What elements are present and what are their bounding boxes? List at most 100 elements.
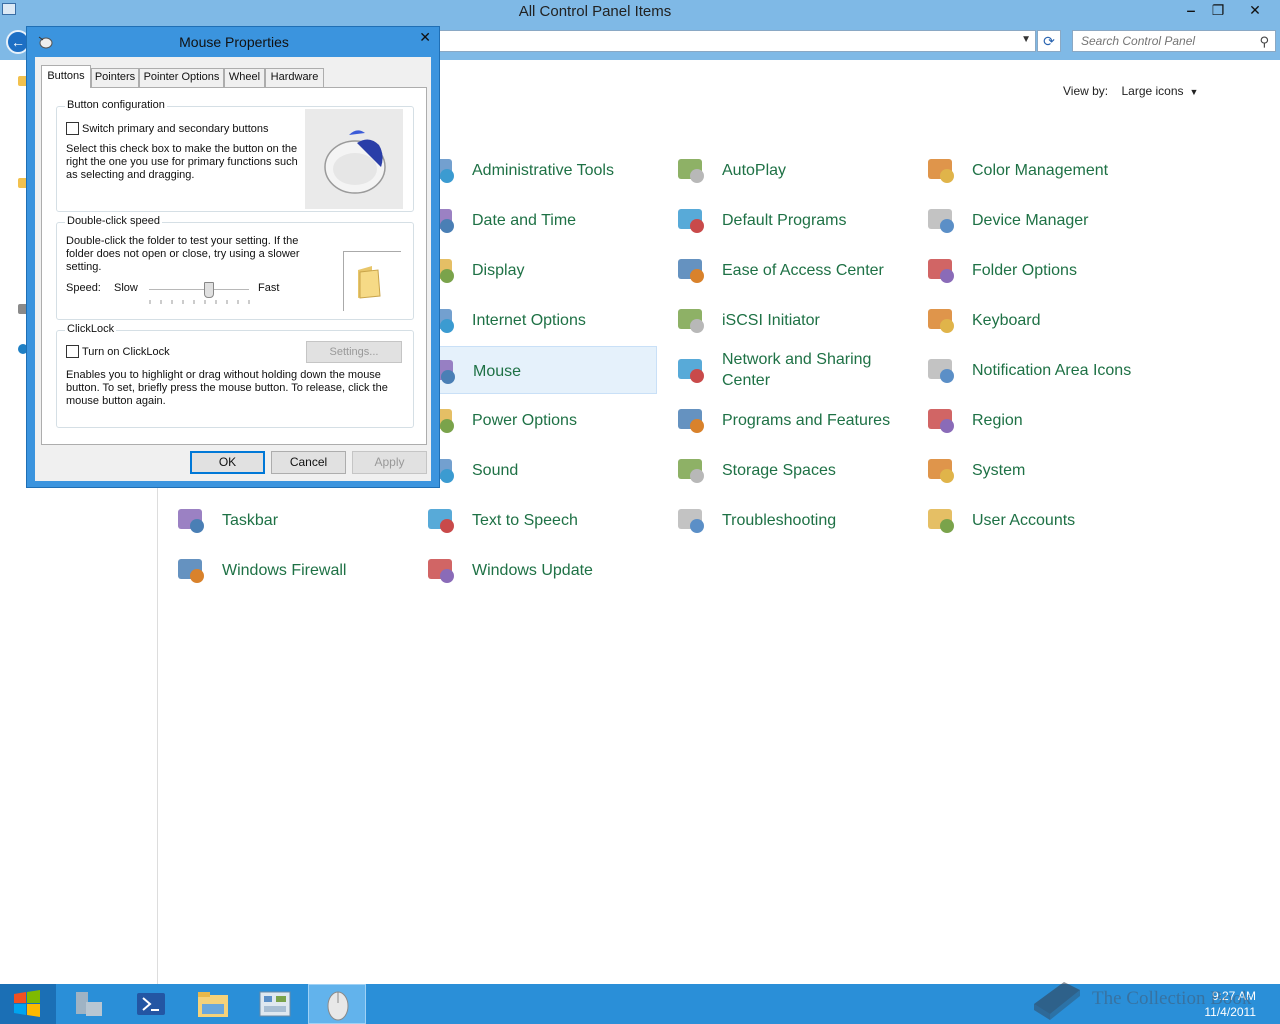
cp-item-label[interactable]: Internet Options [472,296,657,344]
cp-item-notification-area-icons[interactable]: Notification Area Icons [917,346,1157,394]
ease-of-access-icon[interactable] [675,254,707,286]
taskbar-mouse-properties[interactable] [308,984,366,1024]
cp-item-sound[interactable]: Sound [417,446,657,494]
ok-button[interactable]: OK [190,451,265,474]
dialog-close-button[interactable]: ✕ [419,29,431,46]
cp-item-text-to-speech[interactable]: Text to Speech [417,496,657,544]
view-by-dropdown[interactable]: Large icons ▼ [1121,84,1198,98]
cp-item-power-options[interactable]: Power Options [417,396,657,444]
system-icon[interactable] [925,454,957,486]
folder-options-icon[interactable] [925,254,957,286]
search-box[interactable]: ⚲ [1072,30,1276,52]
cp-item-label[interactable]: Troubleshooting [722,496,907,544]
cp-item-label[interactable]: Date and Time [472,196,657,244]
cp-item-label[interactable]: Ease of Access Center [722,246,907,294]
clicklock-settings-button[interactable]: Settings... [306,341,402,363]
cp-item-label[interactable]: Network and Sharing Center [722,346,907,394]
cp-item-ease-of-access-center[interactable]: Ease of Access Center [667,246,907,294]
cp-item-display[interactable]: Display [417,246,657,294]
speech-icon[interactable] [425,504,457,536]
cp-item-mouse[interactable]: Mouse [417,346,657,394]
cp-item-label[interactable]: Device Manager [972,196,1157,244]
cp-item-label[interactable]: Storage Spaces [722,446,907,494]
storage-icon[interactable] [675,454,707,486]
minimize-button[interactable]: ‒ [1176,0,1206,22]
speed-slider-thumb[interactable] [204,282,214,298]
device-manager-icon[interactable] [925,204,957,236]
cp-item-label[interactable]: Default Programs [722,196,907,244]
taskbar-file-explorer[interactable] [184,984,242,1024]
clicklock-label[interactable]: Turn on ClickLock [82,346,170,359]
cp-item-label[interactable]: Sound [472,446,657,494]
cp-item-system[interactable]: System [917,446,1157,494]
cp-item-autoplay[interactable]: AutoPlay [667,146,907,194]
autoplay-icon[interactable] [675,154,707,186]
cp-item-date-and-time[interactable]: Date and Time [417,196,657,244]
tab-pointer-options[interactable]: Pointer Options [139,68,224,87]
keyboard-icon[interactable] [925,304,957,336]
maximize-button[interactable]: ❐ [1203,0,1233,22]
region-icon[interactable] [925,404,957,436]
search-input[interactable] [1073,31,1243,51]
tab-wheel[interactable]: Wheel [224,68,265,87]
cp-item-internet-options[interactable]: Internet Options [417,296,657,344]
cp-item-default-programs[interactable]: Default Programs [667,196,907,244]
close-button[interactable]: ✕ [1240,0,1270,22]
switch-buttons-label[interactable]: Switch primary and secondary buttons [82,123,268,136]
cp-item-label[interactable]: System [972,446,1157,494]
search-icon[interactable]: ⚲ [1259,34,1269,50]
cp-item-color-management[interactable]: Color Management [917,146,1157,194]
network-icon[interactable] [675,354,707,386]
cp-item-device-manager[interactable]: Device Manager [917,196,1157,244]
cp-item-taskbar[interactable]: Taskbar [167,496,407,544]
programs-icon[interactable] [675,404,707,436]
start-button[interactable] [0,984,56,1024]
cp-item-label[interactable]: Keyboard [972,296,1157,344]
test-folder-area[interactable] [343,251,401,311]
tab-hardware[interactable]: Hardware [265,68,324,87]
tab-pointers[interactable]: Pointers [91,68,139,87]
cp-item-label[interactable]: Taskbar [222,496,407,544]
view-by-value[interactable]: Large icons [1121,84,1183,98]
user-accounts-icon[interactable] [925,504,957,536]
color-management-icon[interactable] [925,154,957,186]
cp-item-storage-spaces[interactable]: Storage Spaces [667,446,907,494]
troubleshooting-icon[interactable] [675,504,707,536]
cp-item-troubleshooting[interactable]: Troubleshooting [667,496,907,544]
taskbar-server-manager[interactable] [60,984,118,1024]
cp-item-administrative-tools[interactable]: Administrative Tools [417,146,657,194]
taskbar-control-panel[interactable] [246,984,304,1024]
cp-item-label[interactable]: Administrative Tools [472,146,657,194]
chevron-down-icon[interactable]: ▼ [1021,34,1031,45]
firewall-icon[interactable] [175,554,207,586]
cp-item-label[interactable]: Windows Update [472,546,657,594]
cp-item-label[interactable]: Folder Options [972,246,1157,294]
chevron-down-icon[interactable]: ▼ [1190,87,1199,97]
tab-buttons[interactable]: Buttons [41,65,91,88]
cp-item-user-accounts[interactable]: User Accounts [917,496,1157,544]
cp-item-label[interactable]: Mouse [473,347,658,395]
cp-item-programs-and-features[interactable]: Programs and Features [667,396,907,444]
folder-icon[interactable] [344,252,402,312]
windows-update-icon[interactable] [425,554,457,586]
cp-item-label[interactable]: User Accounts [972,496,1157,544]
cp-item-label[interactable]: iSCSI Initiator [722,296,907,344]
cp-item-label[interactable]: Power Options [472,396,657,444]
refresh-button[interactable]: ⟳ [1037,30,1061,52]
cp-item-label[interactable]: AutoPlay [722,146,907,194]
cp-item-label[interactable]: Programs and Features [722,396,907,444]
cp-item-label[interactable]: Text to Speech [472,496,657,544]
cp-item-label[interactable]: Notification Area Icons [972,346,1157,394]
cp-item-windows-update[interactable]: Windows Update [417,546,657,594]
switch-buttons-checkbox[interactable] [66,122,79,135]
cp-item-iscsi-initiator[interactable]: iSCSI Initiator [667,296,907,344]
cp-item-keyboard[interactable]: Keyboard [917,296,1157,344]
iscsi-icon[interactable] [675,304,707,336]
speed-slider-track[interactable] [149,282,249,298]
cp-item-region[interactable]: Region [917,396,1157,444]
cp-item-folder-options[interactable]: Folder Options [917,246,1157,294]
cp-item-label[interactable]: Windows Firewall [222,546,407,594]
cp-item-label[interactable]: Display [472,246,657,294]
cp-item-network-and-sharing-center[interactable]: Network and Sharing Center [667,346,907,394]
cp-item-label[interactable]: Color Management [972,146,1157,194]
